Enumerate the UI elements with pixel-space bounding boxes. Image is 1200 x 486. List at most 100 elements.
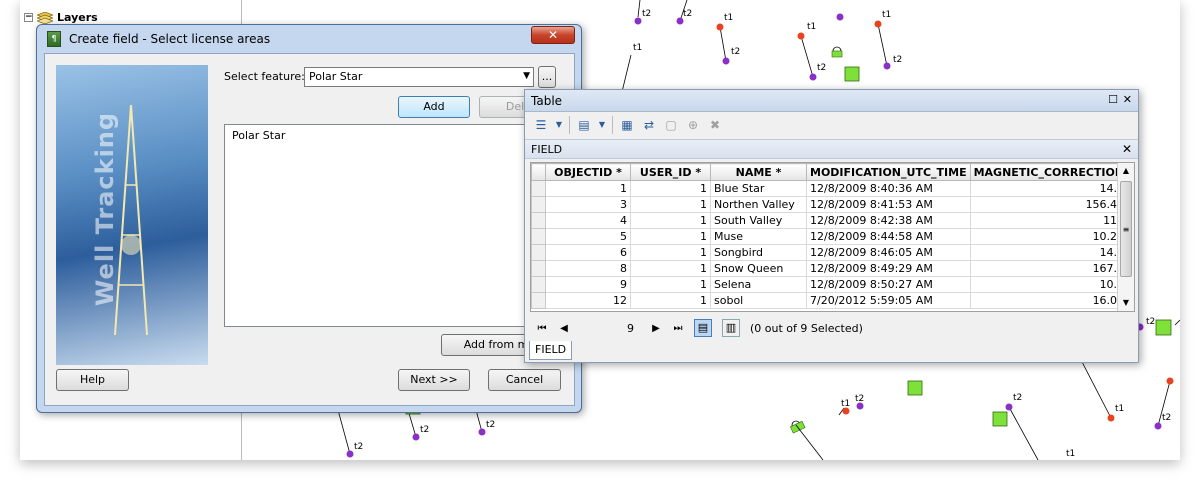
maximize-icon[interactable]: ☐ <box>1108 93 1118 106</box>
table-cell[interactable]: 12/8/2009 8:49:29 AM <box>806 260 971 277</box>
table-cell[interactable]: Snow Queen <box>710 260 807 277</box>
well-path-10[interactable]: t2 <box>1005 393 1039 460</box>
next-record-icon[interactable]: ▶ <box>650 323 662 334</box>
scroll-down-icon[interactable]: ▼ <box>1118 295 1134 311</box>
column-header[interactable]: NAME * <box>710 163 807 181</box>
row-selector[interactable] <box>531 244 546 261</box>
table-cell[interactable]: 12/8/2009 8:50:27 AM <box>806 276 971 293</box>
area-marker[interactable] <box>907 380 923 396</box>
select-by-attributes-icon[interactable]: ▦ <box>619 117 635 133</box>
table-cell[interactable]: 12/8/2009 8:44:58 AM <box>806 228 971 245</box>
table-cell[interactable]: Blue Star <box>710 180 807 197</box>
scroll-thumb[interactable]: ≡ <box>1120 181 1132 277</box>
previous-record-icon[interactable]: ◀ <box>558 323 570 334</box>
table-cell[interactable]: 7/20/2012 5:59:05 AM <box>806 292 971 309</box>
column-header[interactable]: USER_ID * <box>630 163 711 181</box>
last-record-icon[interactable]: ⏭ <box>672 323 684 334</box>
column-header[interactable]: MAGNETIC_CORRECTION <box>969 163 1129 181</box>
table-cell[interactable]: 1 <box>630 180 711 197</box>
row-selector[interactable] <box>531 212 546 229</box>
attribute-grid[interactable]: OBJECTID * USER_ID * NAME * MODIFICATION… <box>530 162 1135 312</box>
chevron-down-icon[interactable]: ▼ <box>555 117 563 133</box>
table-row[interactable]: 5 1 Muse 12/8/2009 8:44:58 AM 10.25 <box>531 228 1129 245</box>
select-feature-dropdown[interactable]: Polar Star ▼ <box>304 67 534 87</box>
table-cell[interactable]: 12/8/2009 8:46:05 AM <box>806 244 971 261</box>
table-row[interactable]: 6 1 Songbird 12/8/2009 8:46:05 AM 14.2 <box>531 244 1129 261</box>
row-selector-header[interactable] <box>531 163 546 181</box>
show-all-records-icon[interactable]: ▤ <box>694 319 712 337</box>
collapse-icon[interactable]: − <box>24 13 33 22</box>
well-path-6[interactable]: t2 <box>676 0 693 25</box>
row-selector[interactable] <box>531 292 546 309</box>
feature-list[interactable]: Polar Star <box>224 124 534 327</box>
table-cell[interactable]: 1 <box>630 244 711 261</box>
next-button[interactable]: Next >> <box>398 369 470 391</box>
well-path-13[interactable]: t2 <box>407 409 429 441</box>
table-cell[interactable]: 6 <box>545 244 631 261</box>
well-marker[interactable] <box>836 13 844 21</box>
well-path-14[interactable]: t2 <box>475 409 495 436</box>
row-selector[interactable] <box>531 260 546 277</box>
well-path-9[interactable]: t2 <box>1154 377 1174 430</box>
table-cell[interactable]: 9 <box>545 276 631 293</box>
table-row[interactable]: 4 1 South Valley 12/8/2009 8:42:38 AM 110 <box>531 212 1129 229</box>
well-path-4[interactable]: t1 t2 <box>874 10 903 70</box>
table-cell[interactable]: 16.05 <box>969 292 1129 309</box>
toc-layers-row[interactable]: − Layers <box>24 11 98 24</box>
table-row[interactable]: 1 1 Blue Star 12/8/2009 8:40:36 AM 14.5 <box>531 180 1129 197</box>
table-cell[interactable]: 1 <box>630 228 711 245</box>
show-selected-records-icon[interactable]: ▥ <box>722 319 740 337</box>
browse-button[interactable]: ... <box>538 66 556 88</box>
well-path-11[interactable]: t1 t2 <box>789 394 864 460</box>
table-cell[interactable]: 110 <box>969 212 1129 229</box>
table-cell[interactable]: 10.25 <box>969 228 1129 245</box>
table-cell[interactable]: Selena <box>710 276 807 293</box>
row-selector[interactable] <box>531 196 546 213</box>
area-marker[interactable] <box>844 66 860 82</box>
row-selector[interactable] <box>531 276 546 293</box>
table-cell[interactable]: 14.5 <box>969 180 1129 197</box>
well-path-2[interactable]: t1 t2 <box>716 13 741 65</box>
table-cell[interactable]: 12/8/2009 8:42:38 AM <box>806 212 971 229</box>
table-cell[interactable]: 1 <box>630 212 711 229</box>
table-cell[interactable]: sobol <box>710 292 807 309</box>
table-cell[interactable]: 167.5 <box>969 260 1129 277</box>
first-record-icon[interactable]: ⏮ <box>536 323 548 334</box>
cancel-button[interactable]: Cancel <box>488 369 561 391</box>
row-selector[interactable] <box>531 180 546 197</box>
column-header[interactable]: OBJECTID * <box>545 163 631 181</box>
table-cell[interactable]: 1 <box>630 292 711 309</box>
table-cell[interactable]: 8 <box>545 260 631 277</box>
row-selector[interactable] <box>531 228 546 245</box>
area-marker[interactable] <box>992 411 1008 427</box>
table-cell[interactable]: Northen Valley <box>710 196 807 213</box>
table-cell[interactable]: 3 <box>545 196 631 213</box>
table-cell[interactable]: South Valley <box>710 212 807 229</box>
table-cell[interactable]: 12/8/2009 8:41:53 AM <box>806 196 971 213</box>
help-button[interactable]: Help <box>56 369 129 391</box>
table-cell[interactable]: 12 <box>545 292 631 309</box>
table-titlebar[interactable]: Table ☐ ✕ <box>525 90 1138 112</box>
well-path-1[interactable]: t2 <box>634 0 652 25</box>
table-cell[interactable]: 5 <box>545 228 631 245</box>
related-tables-icon[interactable]: ▤ <box>576 117 592 133</box>
well-symbol-cluster[interactable] <box>831 46 843 58</box>
list-item[interactable]: Polar Star <box>232 129 526 142</box>
vertical-scrollbar[interactable]: ▲ ≡ ▼ <box>1117 163 1134 311</box>
well-path-12[interactable]: t2 <box>337 409 363 458</box>
table-row[interactable]: 12 1 sobol 7/20/2012 5:59:05 AM 16.05 <box>531 292 1129 309</box>
well-path-7[interactable]: t2 <box>1136 317 1181 336</box>
table-cell[interactable]: 4 <box>545 212 631 229</box>
current-record-field[interactable]: 9 <box>580 322 640 335</box>
table-cell[interactable]: 156.42 <box>969 196 1129 213</box>
close-icon[interactable]: ✕ <box>1123 93 1132 106</box>
table-cell[interactable]: 1 <box>630 196 711 213</box>
column-header[interactable]: MODIFICATION_UTC_TIME <box>806 163 971 181</box>
table-cell[interactable]: Songbird <box>710 244 807 261</box>
table-cell[interactable]: 14.2 <box>969 244 1129 261</box>
add-button[interactable]: Add <box>398 96 470 118</box>
table-cell[interactable]: 1 <box>545 180 631 197</box>
switch-selection-icon[interactable]: ⇄ <box>641 117 657 133</box>
table-row[interactable]: 3 1 Northen Valley 12/8/2009 8:41:53 AM 156.… <box>531 196 1129 213</box>
dialog-titlebar[interactable]: ¶ Create field - Select license areas ✕ <box>37 25 581 53</box>
